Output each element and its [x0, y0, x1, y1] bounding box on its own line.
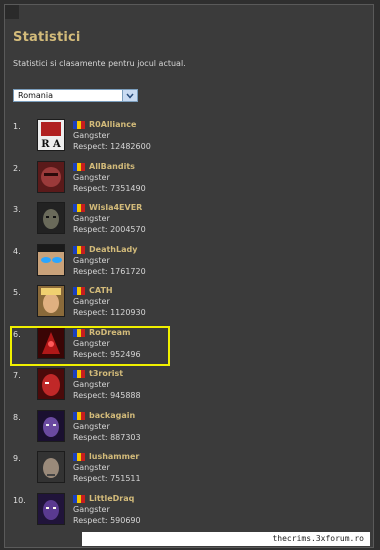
player-avatar[interactable]: [37, 160, 65, 193]
country-select[interactable]: Romania: [13, 89, 138, 102]
player-respect: Respect: 945888: [73, 391, 141, 400]
svg-text:R A: R A: [41, 139, 61, 150]
player-respect: Respect: 1120930: [73, 308, 146, 317]
romania-flag-icon: [73, 245, 85, 254]
rank-number: 3.: [13, 205, 21, 214]
leaderboard-row: 9. lushammer Gangster Respect: 751511: [5, 450, 375, 492]
player-name-link[interactable]: CATH: [89, 286, 113, 295]
player-avatar[interactable]: [37, 368, 65, 400]
player-rank-title: Gangster: [73, 255, 110, 265]
player-avatar[interactable]: [37, 492, 65, 525]
romania-flag-icon: [73, 162, 85, 171]
player-rank-title: Gangster: [73, 172, 110, 182]
player-respect: Respect: 887303: [73, 432, 141, 442]
romania-flag-icon: [73, 370, 85, 378]
player-respect: Respect: 7351490: [73, 183, 146, 193]
player-avatar[interactable]: [37, 285, 65, 317]
leaderboard-row: 2. AllBandits Gangster Respect: 7351490: [5, 160, 375, 202]
page-title: Statistici: [13, 30, 81, 45]
panel-corner: [5, 5, 19, 19]
player-name-link[interactable]: backagain: [89, 411, 135, 420]
leaderboard-row: 6. RoDream Gangster Respect: 952496: [5, 326, 375, 368]
player-name-link[interactable]: AllBandits: [89, 162, 135, 171]
country-select-value: Romania: [18, 91, 53, 100]
player-rank-title: Gangster: [73, 131, 110, 140]
player-avatar[interactable]: [37, 451, 65, 483]
player-avatar[interactable]: [37, 202, 65, 234]
leaderboard-row: 1. R A R0Alliance Gangster Respect: 12482600: [5, 118, 375, 160]
player-respect: Respect: 952496: [73, 349, 141, 359]
player-respect: Respect: 1761720: [73, 266, 146, 276]
player-name-link[interactable]: t3rorist: [89, 369, 123, 378]
player-name-link[interactable]: R0Alliance: [89, 120, 136, 129]
footer-watermark: thecrims.3xforum.ro: [82, 532, 370, 546]
player-respect: Respect: 751511: [73, 474, 141, 483]
player-respect: Respect: 2004570: [73, 225, 146, 234]
romania-flag-icon: [73, 494, 85, 503]
rank-number: 5.: [13, 288, 21, 297]
romania-flag-icon: [73, 121, 85, 129]
stats-panel: Statistici Statistici si clasamente pent…: [4, 4, 374, 548]
leaderboard-list: 1. R A R0Alliance Gangster Respect: 12482600…: [5, 118, 375, 533]
rank-number: 8.: [13, 412, 21, 422]
rank-number: 2.: [13, 163, 21, 173]
player-avatar[interactable]: [37, 326, 65, 359]
player-rank-title: Gangster: [73, 380, 110, 389]
player-name-link[interactable]: DeathLady: [89, 245, 137, 254]
chevron-down-icon[interactable]: [122, 90, 137, 101]
romania-flag-icon: [73, 411, 85, 420]
rank-number: 4.: [13, 246, 21, 256]
romania-flag-icon: [73, 453, 85, 461]
rank-number: 7.: [13, 371, 21, 380]
player-avatar[interactable]: [37, 243, 65, 276]
player-rank-title: Gangster: [73, 338, 110, 348]
rank-number: 10.: [13, 495, 26, 505]
leaderboard-row: 4. DeathLady Gangster Respect: 1761720: [5, 243, 375, 285]
leaderboard-row: 7. t3rorist Gangster Respect: 945888: [5, 367, 375, 409]
leaderboard-row: 8. backagain Gangster Respect: 887303: [5, 409, 375, 451]
romania-flag-icon: [73, 204, 85, 212]
leaderboard-row: 5. CATH Gangster Respect: 1120930: [5, 284, 375, 326]
player-name-link[interactable]: lushammer: [89, 452, 139, 461]
romania-flag-icon: [73, 287, 85, 295]
player-rank-title: Gangster: [73, 421, 110, 431]
player-rank-title: Gangster: [73, 504, 110, 514]
player-respect: Respect: 590690: [73, 515, 141, 525]
player-avatar[interactable]: R A: [37, 119, 65, 151]
player-rank-title: Gangster: [73, 297, 110, 306]
player-respect: Respect: 12482600: [73, 142, 151, 151]
romania-flag-icon: [73, 328, 85, 337]
player-avatar[interactable]: [37, 409, 65, 442]
leaderboard-row: 3. Wisla4EVER Gangster Respect: 2004570: [5, 201, 375, 243]
player-name-link[interactable]: RoDream: [89, 328, 130, 337]
player-rank-title: Gangster: [73, 214, 110, 223]
player-name-link[interactable]: LittleDraq: [89, 494, 134, 503]
rank-number: 6.: [13, 329, 21, 339]
rank-number: 9.: [13, 454, 21, 463]
rank-number: 1.: [13, 122, 21, 131]
player-name-link[interactable]: Wisla4EVER: [89, 203, 142, 212]
player-rank-title: Gangster: [73, 463, 110, 472]
page-subtitle: Statistici si clasamente pentru jocul ac…: [13, 59, 186, 68]
leaderboard-row: 10. LittleDraq Gangster Respect: 590690: [5, 492, 375, 534]
